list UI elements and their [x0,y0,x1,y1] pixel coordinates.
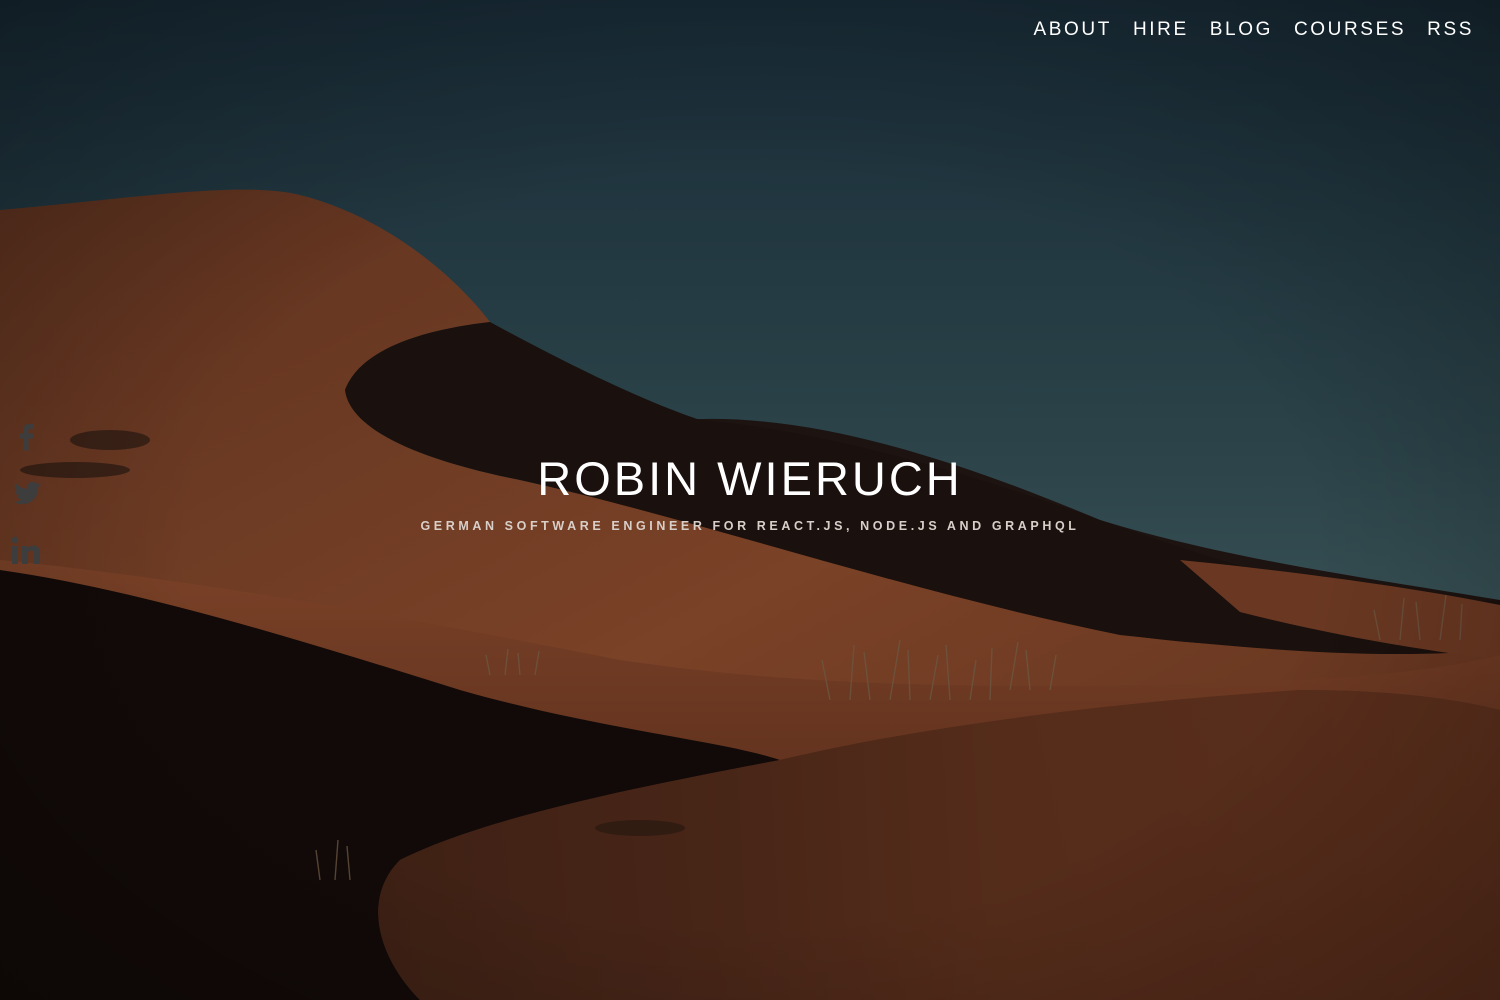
nav-courses-link[interactable]: COURSES [1294,18,1406,42]
linkedin-link[interactable] [10,534,44,568]
facebook-link[interactable] [10,418,44,452]
facebook-icon [19,424,34,451]
nav-hire-link[interactable]: HIRE [1133,18,1189,42]
nav-rss-link[interactable]: RSS [1427,18,1474,42]
nav-blog-link[interactable]: BLOG [1210,18,1273,42]
hero-section: ABOUT HIRE BLOG COURSES RSS ROBIN WIERUC… [0,0,1500,1000]
page-title: ROBIN WIERUCH [537,452,963,505]
linkedin-icon [11,536,40,564]
main-nav: ABOUT HIRE BLOG COURSES RSS [1013,18,1475,42]
page-subtitle: GERMAN SOFTWARE ENGINEER FOR REACT.JS, N… [420,519,1080,533]
hero-heading-block: ROBIN WIERUCH GERMAN SOFTWARE ENGINEER F… [0,450,1500,534]
nav-about-link[interactable]: ABOUT [1034,18,1112,42]
